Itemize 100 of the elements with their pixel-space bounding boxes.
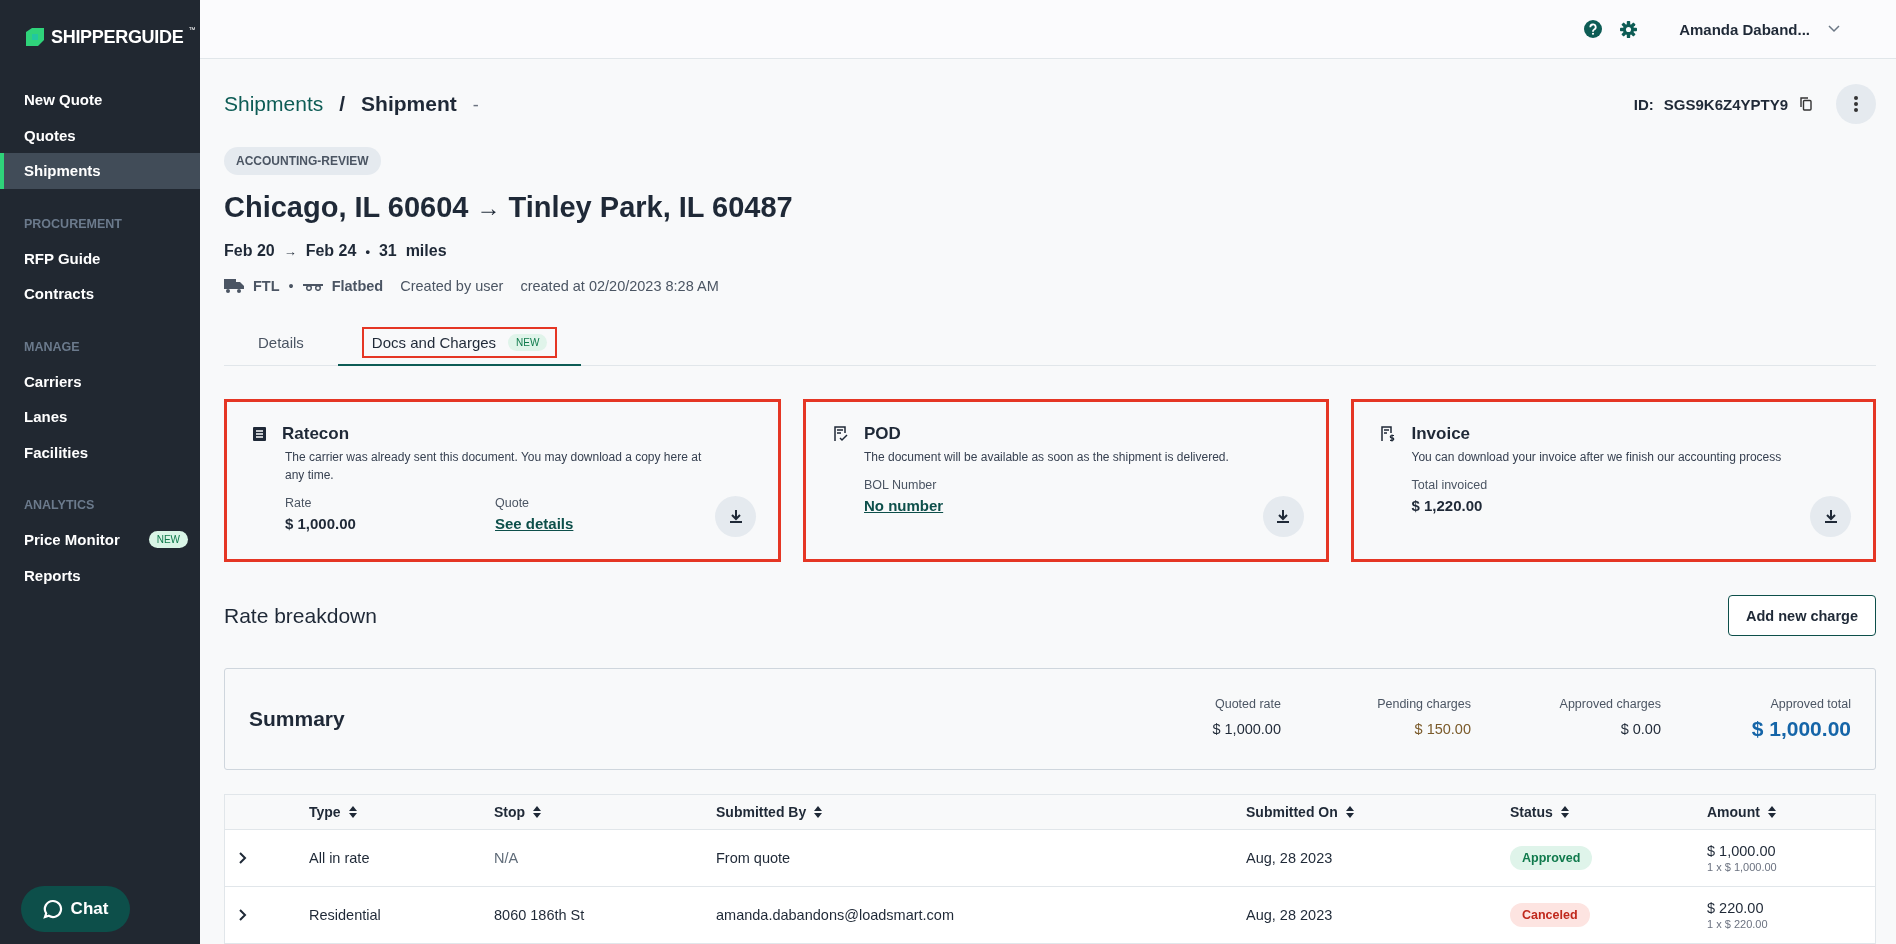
distance: 31 miles	[378, 242, 447, 260]
expand-chevron-icon[interactable]	[239, 909, 247, 921]
column-header[interactable]: Submitted By	[716, 804, 1246, 820]
document-list-icon	[253, 427, 266, 441]
field-value: $ 1,000.00	[285, 515, 357, 532]
new-badge: NEW	[148, 531, 188, 549]
sort-icon	[533, 806, 542, 818]
separator-dot: •	[288, 278, 294, 294]
settings-icon[interactable]	[1620, 20, 1638, 38]
nav-item[interactable]: Facilities	[0, 434, 200, 470]
nav-item-label: Lanes	[24, 408, 68, 426]
summary-label: Approved charges	[1559, 697, 1661, 711]
field-value: $ 1,220.00	[1411, 497, 1484, 514]
help-icon[interactable]	[1584, 20, 1603, 38]
column-header[interactable]: Status	[1510, 804, 1707, 820]
summary-value: $ 1,000.00	[1212, 721, 1281, 737]
nav-item[interactable]: Lanes	[0, 399, 200, 435]
table-cell-text: Aug, 28 2023	[1246, 850, 1334, 866]
nav-item[interactable]: Quotes	[0, 117, 200, 153]
field-label: Quote	[495, 496, 531, 510]
breadcrumb-current: Shipment	[361, 92, 457, 116]
trailer-icon	[302, 281, 323, 291]
nav-item-label: Shipments	[24, 162, 101, 180]
date-arrow: →	[283, 243, 297, 259]
nav-section-heading: PROCUREMENT	[23, 215, 123, 233]
card-description: The carrier was already sent this document. You may download a copy here at any time.	[285, 449, 703, 484]
summary-title: Summary	[249, 707, 345, 731]
created-by: Created by user	[400, 278, 504, 294]
sort-icon	[1767, 806, 1776, 818]
field-link[interactable]: No number	[864, 497, 944, 514]
breadcrumb-separator: /	[339, 92, 346, 116]
document-check-icon	[832, 426, 848, 442]
summary-value: $ 0.00	[1620, 721, 1661, 737]
add-charge-button[interactable]: Add new charge	[1728, 595, 1876, 636]
nav-item-label: Facilities	[24, 443, 89, 461]
table-cell-text: Aug, 28 2023	[1246, 907, 1334, 923]
user-menu[interactable]: Amanda Daband...	[1679, 20, 1810, 38]
logo-text: SHIPPERGUIDE	[51, 26, 184, 48]
column-header[interactable]: Type	[309, 804, 494, 820]
table-cell-text: N/A	[494, 850, 520, 866]
table-cell-text: From quote	[716, 850, 792, 866]
delivery-date: Feb 24	[305, 242, 357, 260]
status-badge: Approved	[1510, 846, 1593, 870]
nav-item[interactable]: Reports	[0, 557, 200, 593]
nav-item[interactable]: Price Monitor NEW	[0, 522, 200, 558]
amount: $ 1,000.00	[1707, 843, 1777, 859]
status-badge: ACCOUNTING-REVIEW	[224, 147, 381, 175]
field-label: Total invoiced	[1411, 478, 1489, 492]
created-at: created at 02/20/2023 8:28 AM	[520, 278, 719, 294]
sort-icon	[814, 806, 823, 818]
nav-item-label: Price Monitor	[24, 531, 120, 549]
shipment-id: SGS9K6Z4YPTY9	[1663, 95, 1788, 113]
tab[interactable]: Details	[224, 320, 338, 366]
nav-section-heading: MANAGE	[23, 338, 81, 356]
logo-icon	[24, 26, 46, 48]
nav-item-label: Contracts	[24, 285, 94, 303]
table-cell-text: amanda.dabandons@loadsmart.com	[716, 907, 955, 923]
route-destination: Tinley Park, IL 60487	[508, 191, 793, 224]
summary-value: $ 150.00	[1414, 721, 1471, 737]
mode-label: FTL	[253, 278, 280, 294]
card-title: Ratecon	[282, 424, 350, 444]
sort-icon	[1345, 806, 1354, 818]
nav-item-label: Quotes	[24, 126, 76, 144]
copy-icon[interactable]	[1800, 97, 1812, 111]
field-link[interactable]: See details	[495, 515, 574, 532]
sort-icon	[1560, 806, 1569, 818]
download-button[interactable]	[1262, 496, 1304, 537]
table-cell-text: All in rate	[309, 850, 371, 866]
amount-detail: 1 x $ 1,000.00	[1707, 861, 1778, 873]
nav-item[interactable]: New Quote	[0, 82, 200, 118]
nav-item[interactable]: Shipments	[0, 153, 200, 189]
field-label: BOL Number	[864, 478, 938, 492]
breadcrumb-suffix: -	[472, 95, 479, 116]
download-icon	[729, 510, 742, 523]
nav-item[interactable]: Contracts	[0, 276, 200, 312]
table-cell-text: Residential	[309, 907, 382, 923]
summary-label: Approved total	[1770, 697, 1851, 711]
more-options-button[interactable]	[1836, 84, 1876, 124]
breadcrumb-link[interactable]: Shipments	[224, 92, 324, 116]
nav-section-heading: ANALYTICS	[23, 497, 96, 514]
summary-label: Quoted rate	[1215, 697, 1281, 711]
column-header[interactable]: Stop	[494, 804, 716, 820]
equipment-label: Flatbed	[331, 278, 384, 294]
card-title: POD	[864, 424, 901, 444]
column-header[interactable]: Amount	[1707, 804, 1875, 820]
expand-chevron-icon[interactable]	[239, 852, 247, 864]
nav-item[interactable]: RFP Guide	[0, 240, 200, 276]
chevron-down-icon[interactable]	[1828, 25, 1840, 33]
card-title: Invoice	[1411, 424, 1471, 444]
field-label: Rate	[285, 496, 313, 510]
nav-item-label: Carriers	[24, 372, 82, 390]
amount-detail: 1 x $ 220.00	[1707, 918, 1769, 930]
download-button[interactable]	[1810, 496, 1851, 537]
column-header[interactable]: Submitted On	[1246, 804, 1510, 820]
nav-item-label: Reports	[24, 566, 81, 584]
nav-item[interactable]: Carriers	[0, 363, 200, 399]
download-button[interactable]	[715, 496, 756, 537]
chat-button[interactable]: Chat	[21, 886, 130, 932]
nav-item-label: RFP Guide	[24, 249, 101, 267]
route-arrow: →	[476, 193, 501, 222]
